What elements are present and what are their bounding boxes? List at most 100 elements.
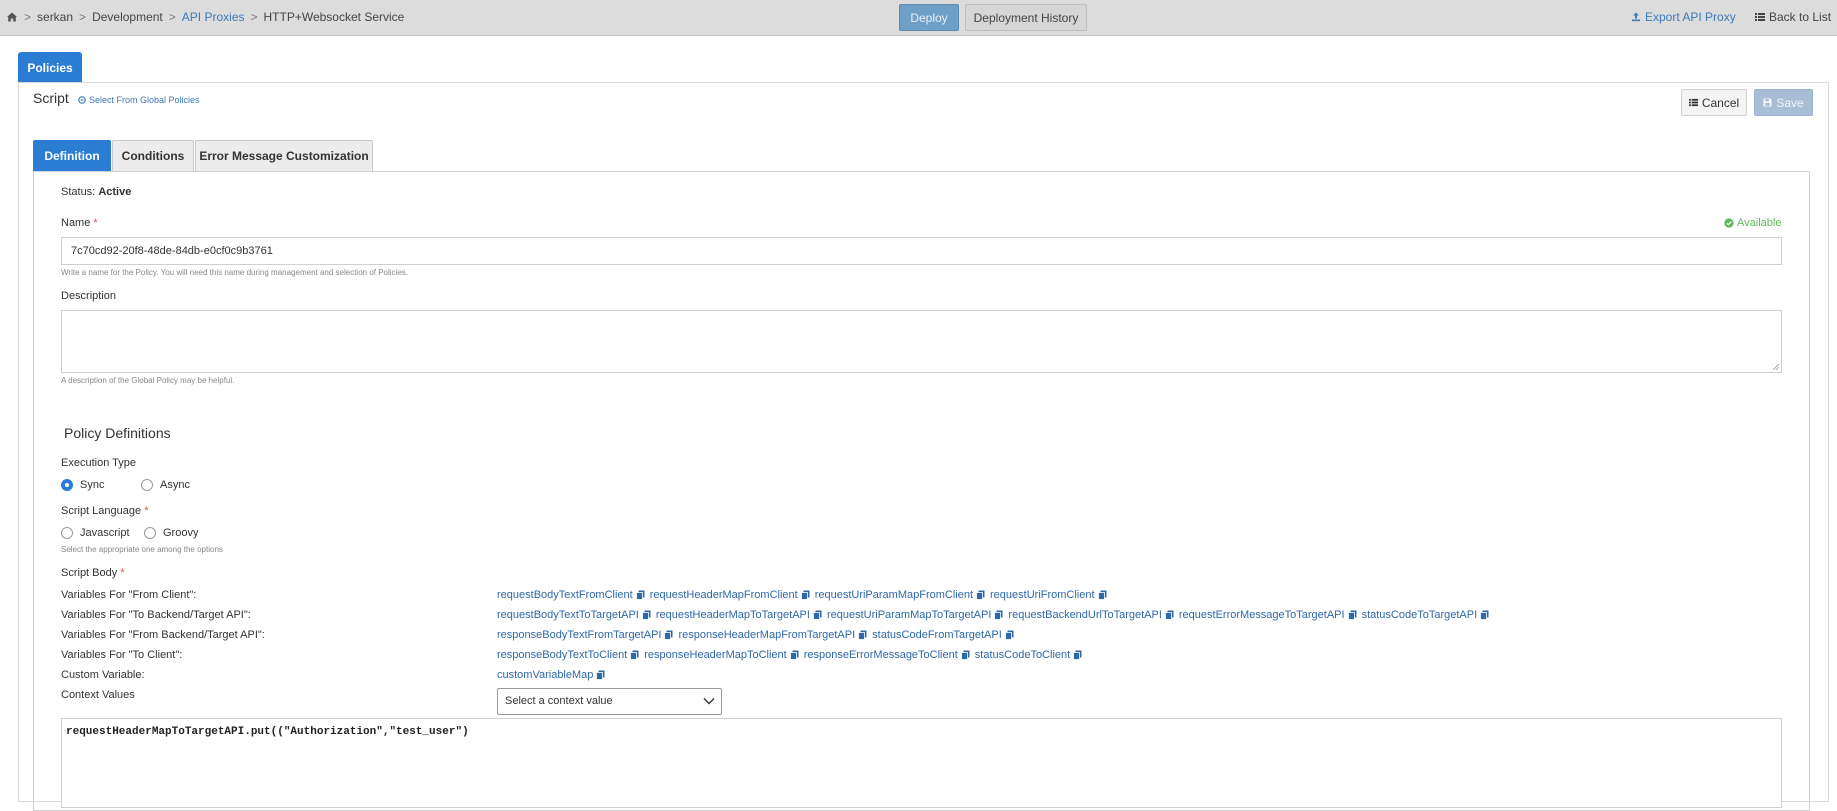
resize-grip-icon[interactable]	[1773, 364, 1779, 370]
copy-icon[interactable]	[789, 650, 799, 660]
radio-sync-indicator[interactable]	[61, 479, 73, 491]
copy-icon[interactable]	[630, 650, 639, 660]
tab-error-message-customization[interactable]: Error Message Customization	[195, 140, 373, 171]
tab-conditions[interactable]: Conditions	[112, 140, 194, 171]
variable-name[interactable]: statusCodeFromTargetAPI	[872, 629, 1002, 641]
availability-status: Available	[1724, 217, 1781, 229]
breadcrumb-current: HTTP+Websocket Service	[263, 10, 405, 24]
name-label: Name	[61, 217, 91, 229]
variable-link[interactable]: requestBodyTextFromClient	[497, 589, 645, 601]
variable-name[interactable]: requestUriParamMapFromClient	[815, 589, 973, 601]
variable-link[interactable]: requestBackendUrlToTargetAPI	[1008, 609, 1174, 621]
required-mark: *	[93, 217, 98, 229]
radio-javascript-indicator[interactable]	[61, 527, 73, 539]
variable-link[interactable]: statusCodeFromTargetAPI	[872, 629, 1014, 641]
radio-groovy[interactable]: Groovy	[144, 527, 198, 539]
tab-policies[interactable]: Policies	[18, 52, 82, 82]
copy-icon[interactable]	[976, 590, 985, 600]
available-label: Available	[1737, 217, 1782, 229]
variable-name[interactable]: customVariableMap	[497, 669, 593, 681]
variable-name[interactable]: statusCodeToClient	[975, 649, 1070, 661]
breadcrumb-environment[interactable]: Development	[92, 10, 163, 24]
variable-link[interactable]: requestBodyTextToTargetAPI	[497, 609, 651, 621]
copy-icon[interactable]	[813, 610, 822, 620]
variable-name[interactable]: requestUriFromClient	[990, 589, 1095, 601]
copy-icon[interactable]	[1164, 610, 1174, 620]
description-textarea[interactable]	[61, 310, 1782, 373]
copy-icon[interactable]	[635, 590, 645, 600]
variable-link[interactable]: responseHeaderMapFromTargetAPI	[678, 629, 867, 641]
breadcrumb-workspace[interactable]: serkan	[37, 10, 73, 24]
policy-definitions-title: Policy Definitions	[64, 425, 171, 441]
variable-name[interactable]: requestHeaderMapToTargetAPI	[656, 609, 810, 621]
home-icon[interactable]	[6, 11, 18, 23]
required-mark: *	[120, 567, 125, 579]
back-label: Back to List	[1769, 10, 1832, 24]
name-label-row: Name *	[61, 217, 98, 229]
deployment-history-button[interactable]: Deployment History	[965, 4, 1087, 31]
copy-icon[interactable]	[596, 670, 605, 680]
variables-to-backend-list: requestBodyTextToTargetAPI requestHeader…	[497, 609, 1494, 621]
copy-icon[interactable]	[994, 610, 1003, 620]
variable-name[interactable]: requestBodyTextToTargetAPI	[497, 609, 639, 621]
variable-link[interactable]: requestHeaderMapToTargetAPI	[656, 609, 822, 621]
variable-name[interactable]: responseErrorMessageToClient	[804, 649, 958, 661]
copy-icon[interactable]	[641, 610, 651, 620]
variable-name[interactable]: responseBodyTextToClient	[497, 649, 627, 661]
script-language-label-row: Script Language *	[61, 505, 148, 517]
variable-link[interactable]: responseHeaderMapToClient	[644, 649, 799, 661]
breadcrumb-api-proxies[interactable]: API Proxies	[182, 10, 245, 24]
back-to-list-link[interactable]: Back to List	[1755, 10, 1831, 24]
variable-link[interactable]: statusCodeToTargetAPI	[1362, 609, 1490, 621]
variable-name[interactable]: responseHeaderMapToClient	[644, 649, 786, 661]
variable-link[interactable]: requestErrorMessageToTargetAPI	[1179, 609, 1357, 621]
radio-async-indicator[interactable]	[141, 479, 153, 491]
variable-name[interactable]: requestErrorMessageToTargetAPI	[1179, 609, 1345, 621]
variables-from-client-label: Variables For "From Client":	[61, 589, 197, 601]
variable-link[interactable]: responseErrorMessageToClient	[804, 649, 970, 661]
script-editor[interactable]: requestHeaderMapToTargetAPI.put(("Author…	[61, 718, 1782, 808]
variable-link[interactable]: requestUriParamMapToTargetAPI	[827, 609, 1003, 621]
radio-sync-label: Sync	[80, 479, 105, 491]
copy-icon[interactable]	[960, 650, 970, 660]
variable-link[interactable]: customVariableMap	[497, 669, 605, 681]
deploy-button[interactable]: Deploy	[899, 4, 959, 31]
code-line[interactable]: requestHeaderMapToTargetAPI.put(("Author…	[66, 726, 469, 738]
variable-name[interactable]: statusCodeToTargetAPI	[1362, 609, 1478, 621]
global-link-label: Select From Global Policies	[89, 95, 200, 105]
variable-name[interactable]: requestBackendUrlToTargetAPI	[1008, 609, 1161, 621]
tab-definition[interactable]: Definition	[33, 140, 111, 171]
copy-icon[interactable]	[1480, 610, 1489, 620]
variable-name[interactable]: requestBodyTextFromClient	[497, 589, 633, 601]
radio-sync[interactable]: Sync	[61, 479, 104, 491]
copy-icon[interactable]	[1347, 610, 1357, 620]
copy-icon[interactable]	[1073, 650, 1082, 660]
save-button[interactable]: Save	[1754, 89, 1813, 116]
copy-icon[interactable]	[1097, 590, 1107, 600]
variable-link[interactable]: requestUriFromClient	[990, 589, 1107, 601]
cancel-button[interactable]: Cancel	[1681, 89, 1747, 116]
select-global-policies-link[interactable]: Select From Global Policies	[78, 95, 200, 105]
copy-icon[interactable]	[858, 630, 867, 640]
radio-javascript[interactable]: Javascript	[61, 527, 130, 539]
variable-link[interactable]: requestHeaderMapFromClient	[650, 589, 810, 601]
language-help-text: Select the appropriate one among the opt…	[61, 545, 223, 554]
context-value-select[interactable]: Select a context value	[497, 688, 722, 715]
copy-icon[interactable]	[800, 590, 810, 600]
copy-icon[interactable]	[664, 630, 673, 640]
export-api-proxy-link[interactable]: Export API Proxy	[1631, 10, 1736, 24]
name-input[interactable]: 7c70cd92-20f8-48de-84db-e0cf0c9b3761	[61, 237, 1782, 265]
variable-link[interactable]: statusCodeToClient	[975, 649, 1082, 661]
variable-name[interactable]: responseHeaderMapFromTargetAPI	[678, 629, 855, 641]
variable-link[interactable]: responseBodyTextToClient	[497, 649, 639, 661]
variable-name[interactable]: requestUriParamMapToTargetAPI	[827, 609, 991, 621]
status-label: Status:	[61, 186, 96, 198]
export-icon	[1632, 12, 1640, 22]
variable-link[interactable]: requestUriParamMapFromClient	[815, 589, 985, 601]
radio-async[interactable]: Async	[141, 479, 190, 491]
radio-groovy-indicator[interactable]	[144, 527, 156, 539]
variable-name[interactable]: requestHeaderMapFromClient	[650, 589, 798, 601]
variable-name[interactable]: responseBodyTextFromTargetAPI	[497, 629, 661, 641]
copy-icon[interactable]	[1004, 630, 1014, 640]
variable-link[interactable]: responseBodyTextFromTargetAPI	[497, 629, 673, 641]
